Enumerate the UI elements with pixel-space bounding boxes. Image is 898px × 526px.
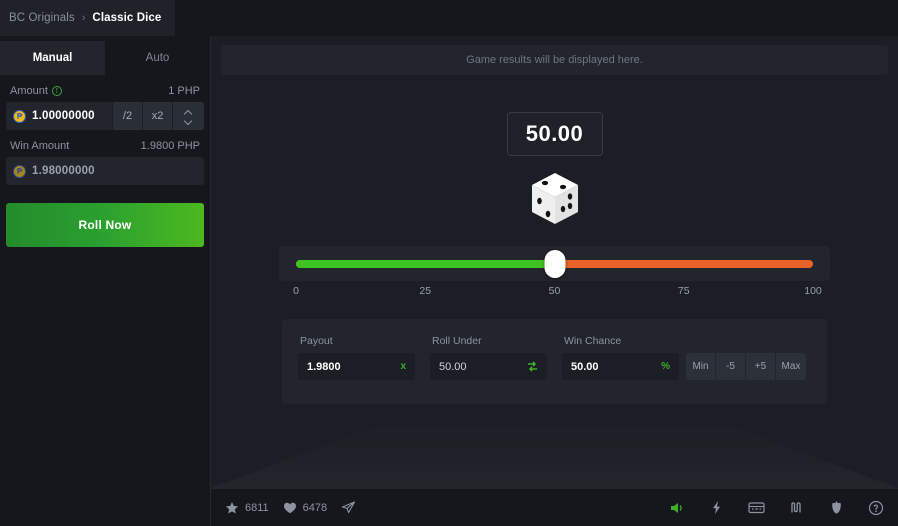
chart-wave-icon[interactable] bbox=[789, 500, 805, 515]
breadcrumb: BC Originals › Classic Dice bbox=[0, 0, 176, 36]
heart-icon bbox=[283, 501, 297, 515]
help-icon[interactable] bbox=[868, 500, 884, 516]
page-body: Manual Auto Amount ! 1 PHP ₱ 1.00000000 … bbox=[0, 36, 898, 526]
tab-manual[interactable]: Manual bbox=[0, 41, 105, 75]
chevron-down-icon[interactable] bbox=[185, 118, 192, 122]
game-tools bbox=[669, 500, 884, 516]
roll-under-field[interactable]: 50.00 bbox=[430, 353, 547, 380]
payout-field[interactable]: 1.9800 x bbox=[298, 353, 415, 380]
win-amount-right-value: 1.9800 PHP bbox=[140, 140, 200, 152]
win-chance-field[interactable]: 50.00 % bbox=[562, 353, 679, 380]
like-stat[interactable]: 6478 bbox=[283, 501, 327, 515]
percent-suffix-icon: % bbox=[661, 361, 670, 372]
payout-label: Payout bbox=[300, 335, 333, 347]
slider-fill bbox=[296, 259, 555, 268]
breadcrumb-separator-icon: › bbox=[81, 12, 86, 24]
breadcrumb-bar: BC Originals › Classic Dice bbox=[0, 0, 898, 36]
lightning-icon[interactable] bbox=[709, 500, 724, 515]
win-chance-minus5-button[interactable]: -5 bbox=[716, 353, 746, 380]
amount-field-header: Amount ! 1 PHP bbox=[0, 75, 210, 102]
amount-input[interactable]: ₱ 1.00000000 bbox=[6, 102, 112, 130]
multiplier-suffix-icon: x bbox=[400, 361, 406, 372]
volume-icon[interactable] bbox=[669, 500, 685, 516]
amount-double-button[interactable]: x2 bbox=[142, 102, 172, 130]
win-amount-label: Win Amount bbox=[10, 140, 70, 152]
dice-result-display: 50.00 bbox=[506, 112, 603, 156]
swap-icon[interactable] bbox=[527, 361, 538, 372]
amount-balance-value: 1 PHP bbox=[168, 85, 200, 97]
info-icon[interactable]: ! bbox=[51, 86, 62, 96]
game-panel: Game results will be displayed here. 50.… bbox=[211, 36, 898, 526]
win-chance-label: Win Chance bbox=[564, 335, 622, 347]
bet-sidebar: Manual Auto Amount ! 1 PHP ₱ 1.00000000 … bbox=[0, 36, 211, 526]
slider-tick-labels: 0 25 50 75 100 bbox=[279, 285, 830, 303]
stats-panel: Payout 1.9800 x Roll Under 50.00 Win Cha… bbox=[282, 319, 827, 404]
roll-slider[interactable] bbox=[279, 246, 830, 281]
win-chance-controls: 50.00 % Min -5 +5 Max bbox=[562, 353, 806, 380]
slider-tick-25: 25 bbox=[419, 285, 432, 297]
win-chance-stat: Win Chance 50.00 % Min -5 +5 Max bbox=[562, 335, 806, 380]
tab-auto[interactable]: Auto bbox=[105, 41, 210, 75]
classic-dice-page: BC Originals › Classic Dice Manual Auto … bbox=[0, 0, 898, 526]
php-coin-icon: ₱ bbox=[13, 109, 26, 123]
roll-under-label: Roll Under bbox=[432, 335, 482, 347]
chevron-up-icon[interactable] bbox=[185, 111, 192, 115]
favorite-count: 6811 bbox=[245, 501, 269, 514]
win-chance-value: 50.00 bbox=[571, 360, 599, 373]
game-stage: Game results will be displayed here. 50.… bbox=[211, 36, 898, 488]
win-amount-input: ₱ 1.98000000 bbox=[6, 157, 204, 185]
breadcrumb-current: Classic Dice bbox=[92, 12, 162, 24]
game-results-bar: Game results will be displayed here. bbox=[221, 45, 888, 75]
keyboard-icon[interactable] bbox=[748, 500, 765, 515]
payout-stat: Payout 1.9800 x bbox=[298, 335, 415, 380]
like-count: 6478 bbox=[302, 501, 328, 514]
win-chance-quick-buttons: Min -5 +5 Max bbox=[686, 353, 806, 380]
win-amount-field-header: Win Amount 1.9800 PHP bbox=[0, 130, 210, 157]
win-amount-value: 1.98000000 bbox=[32, 165, 95, 177]
amount-label: Amount ! bbox=[10, 85, 62, 97]
amount-value: 1.00000000 bbox=[32, 110, 95, 122]
roll-now-button[interactable]: Roll Now bbox=[6, 203, 204, 247]
slider-tick-50: 50 bbox=[548, 285, 561, 297]
amount-halve-button[interactable]: /2 bbox=[112, 102, 142, 130]
amount-input-row: ₱ 1.00000000 /2 x2 bbox=[6, 102, 204, 130]
send-icon[interactable] bbox=[341, 500, 356, 515]
roll-under-value: 50.00 bbox=[439, 360, 467, 373]
star-icon bbox=[225, 501, 239, 515]
breadcrumb-root-link[interactable]: BC Originals bbox=[9, 12, 75, 24]
slider-tick-75: 75 bbox=[677, 285, 690, 297]
amount-label-text: Amount bbox=[10, 85, 48, 97]
fairness-icon[interactable] bbox=[829, 500, 844, 515]
win-chance-plus5-button[interactable]: +5 bbox=[746, 353, 776, 380]
php-coin-icon-win: ₱ bbox=[13, 164, 26, 178]
engagement-stats: 6811 6478 bbox=[225, 500, 356, 515]
amount-stepper[interactable] bbox=[172, 102, 204, 130]
win-chance-max-button[interactable]: Max bbox=[776, 353, 806, 380]
slider-thumb[interactable] bbox=[544, 249, 565, 278]
game-bottom-bar: 6811 6478 bbox=[211, 488, 898, 526]
slider-track[interactable] bbox=[296, 249, 813, 278]
dice-icon bbox=[529, 171, 581, 227]
favorite-stat[interactable]: 6811 bbox=[225, 501, 269, 515]
payout-value: 1.9800 bbox=[307, 360, 341, 373]
roll-under-stat: Roll Under 50.00 bbox=[430, 335, 547, 380]
slider-tick-0: 0 bbox=[293, 285, 299, 297]
win-chance-min-button[interactable]: Min bbox=[686, 353, 716, 380]
mode-tabs: Manual Auto bbox=[0, 41, 210, 75]
slider-tick-100: 100 bbox=[804, 285, 822, 297]
